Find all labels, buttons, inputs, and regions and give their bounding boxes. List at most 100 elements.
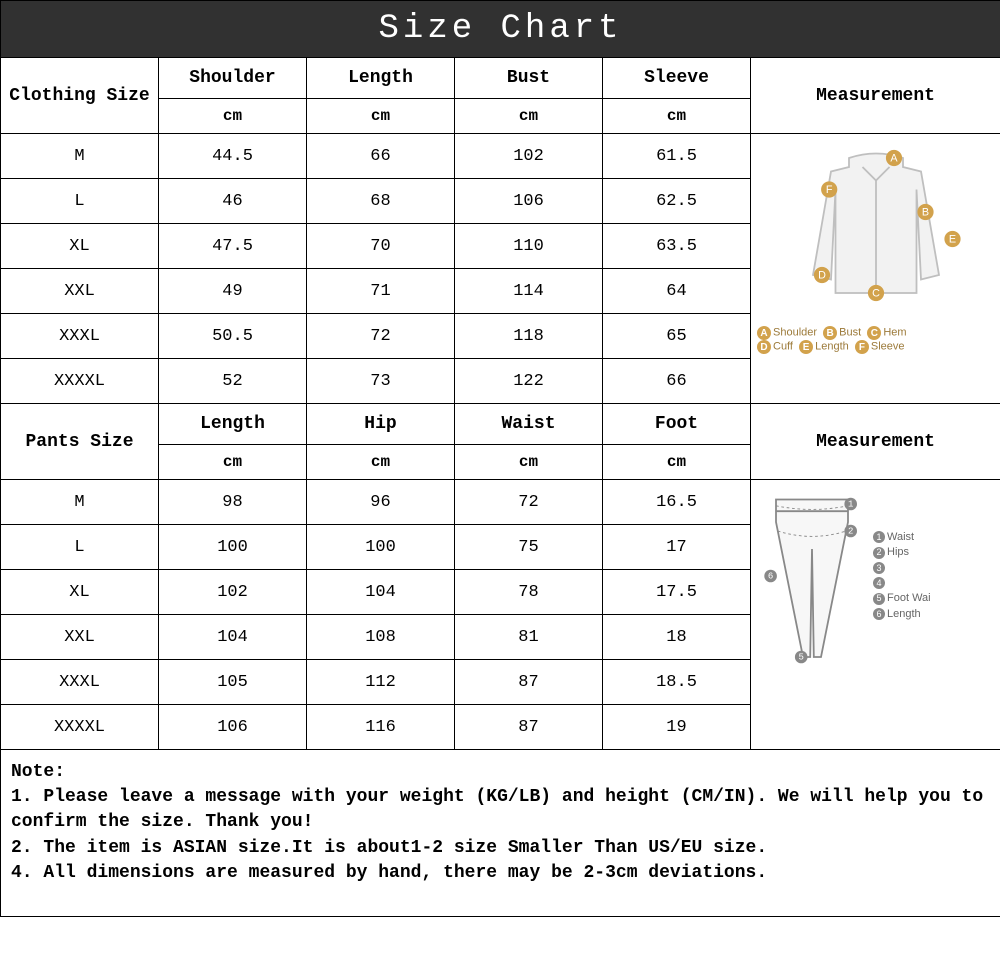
val-cell: 102 bbox=[159, 570, 307, 615]
unit-cm: cm bbox=[455, 99, 603, 134]
val-cell: 72 bbox=[307, 314, 455, 359]
size-cell: XXXXL bbox=[1, 359, 159, 404]
val-cell: 71 bbox=[307, 269, 455, 314]
size-cell: XXL bbox=[1, 615, 159, 660]
val-cell: 19 bbox=[603, 705, 751, 750]
val-cell: 122 bbox=[455, 359, 603, 404]
col-shoulder: Shoulder bbox=[159, 58, 307, 99]
val-cell: 66 bbox=[603, 359, 751, 404]
svg-text:2: 2 bbox=[848, 527, 853, 537]
val-cell: 44.5 bbox=[159, 134, 307, 179]
val-cell: 18 bbox=[603, 615, 751, 660]
svg-text:D: D bbox=[818, 270, 826, 282]
table-row: M 98 96 72 16.5 1 2 bbox=[1, 480, 1000, 525]
shirt-icon: A B C D E F bbox=[786, 140, 966, 320]
size-cell: L bbox=[1, 179, 159, 224]
shirt-legend: AShoulder BBust CHem DCuff ELength FSlee… bbox=[757, 326, 994, 354]
col-sleeve: Sleeve bbox=[603, 58, 751, 99]
size-cell: XXXL bbox=[1, 314, 159, 359]
val-cell: 108 bbox=[307, 615, 455, 660]
note-line: 4. All dimensions are measured by hand, … bbox=[11, 863, 767, 883]
pants-legend: 1Waist 2Hips 3 4 5Foot Wai 6Length bbox=[873, 530, 931, 622]
val-cell: 66 bbox=[307, 134, 455, 179]
val-cell: 87 bbox=[455, 705, 603, 750]
val-cell: 118 bbox=[455, 314, 603, 359]
col-waist: Waist bbox=[455, 404, 603, 445]
size-cell: XXXL bbox=[1, 660, 159, 705]
note-line: 1. Please leave a message with your weig… bbox=[11, 787, 983, 832]
size-cell: M bbox=[1, 134, 159, 179]
val-cell: 47.5 bbox=[159, 224, 307, 269]
svg-text:F: F bbox=[825, 184, 832, 196]
val-cell: 105 bbox=[159, 660, 307, 705]
col-measurement: Measurement bbox=[751, 58, 1000, 134]
size-cell: XL bbox=[1, 224, 159, 269]
val-cell: 104 bbox=[307, 570, 455, 615]
svg-text:E: E bbox=[948, 234, 955, 246]
val-cell: 78 bbox=[455, 570, 603, 615]
val-cell: 64 bbox=[603, 269, 751, 314]
val-cell: 63.5 bbox=[603, 224, 751, 269]
val-cell: 87 bbox=[455, 660, 603, 705]
val-cell: 52 bbox=[159, 359, 307, 404]
size-cell: M bbox=[1, 480, 159, 525]
val-cell: 104 bbox=[159, 615, 307, 660]
val-cell: 75 bbox=[455, 525, 603, 570]
val-cell: 17 bbox=[603, 525, 751, 570]
val-cell: 17.5 bbox=[603, 570, 751, 615]
col-length: Length bbox=[307, 58, 455, 99]
chart-title: Size Chart bbox=[1, 1, 1000, 58]
val-cell: 110 bbox=[455, 224, 603, 269]
val-cell: 62.5 bbox=[603, 179, 751, 224]
col-length: Length bbox=[159, 404, 307, 445]
note-block: Note: 1. Please leave a message with you… bbox=[1, 750, 1000, 917]
size-cell: L bbox=[1, 525, 159, 570]
val-cell: 16.5 bbox=[603, 480, 751, 525]
unit-cm: cm bbox=[307, 99, 455, 134]
svg-text:5: 5 bbox=[798, 653, 803, 663]
val-cell: 49 bbox=[159, 269, 307, 314]
note-heading: Note: bbox=[11, 762, 65, 782]
size-cell: XXL bbox=[1, 269, 159, 314]
val-cell: 73 bbox=[307, 359, 455, 404]
col-hip: Hip bbox=[307, 404, 455, 445]
val-cell: 61.5 bbox=[603, 134, 751, 179]
val-cell: 100 bbox=[307, 525, 455, 570]
val-cell: 106 bbox=[159, 705, 307, 750]
val-cell: 68 bbox=[307, 179, 455, 224]
note-line: 2. The item is ASIAN size.It is about1-2… bbox=[11, 838, 767, 858]
val-cell: 72 bbox=[455, 480, 603, 525]
val-cell: 98 bbox=[159, 480, 307, 525]
val-cell: 18.5 bbox=[603, 660, 751, 705]
col-measurement: Measurement bbox=[751, 404, 1000, 480]
col-foot: Foot bbox=[603, 404, 751, 445]
table-row: M 44.5 66 102 61.5 A B C D E F bbox=[1, 134, 1000, 179]
val-cell: 46 bbox=[159, 179, 307, 224]
val-cell: 112 bbox=[307, 660, 455, 705]
svg-text:C: C bbox=[872, 288, 880, 300]
val-cell: 114 bbox=[455, 269, 603, 314]
size-chart-table: Size Chart Clothing Size Shoulder Length… bbox=[0, 0, 1000, 917]
val-cell: 102 bbox=[455, 134, 603, 179]
val-cell: 96 bbox=[307, 480, 455, 525]
size-cell: XL bbox=[1, 570, 159, 615]
col-bust: Bust bbox=[455, 58, 603, 99]
unit-cm: cm bbox=[159, 99, 307, 134]
unit-cm: cm bbox=[307, 445, 455, 480]
unit-cm: cm bbox=[455, 445, 603, 480]
svg-text:1: 1 bbox=[848, 500, 853, 510]
svg-text:B: B bbox=[921, 207, 928, 219]
pants-icon: 1 2 6 5 bbox=[757, 486, 867, 666]
unit-cm: cm bbox=[603, 99, 751, 134]
pants-measurement-diagram: 1 2 6 5 1Waist 2Hips 3 4 5Foot Wai 6Leng… bbox=[751, 480, 1000, 750]
unit-cm: cm bbox=[603, 445, 751, 480]
clothing-size-label: Clothing Size bbox=[1, 58, 159, 134]
svg-text:6: 6 bbox=[768, 572, 773, 582]
val-cell: 81 bbox=[455, 615, 603, 660]
shirt-measurement-diagram: A B C D E F AShoulder BBust CHem DCuff E… bbox=[751, 134, 1000, 404]
val-cell: 106 bbox=[455, 179, 603, 224]
val-cell: 100 bbox=[159, 525, 307, 570]
val-cell: 65 bbox=[603, 314, 751, 359]
svg-text:A: A bbox=[890, 153, 898, 165]
val-cell: 50.5 bbox=[159, 314, 307, 359]
